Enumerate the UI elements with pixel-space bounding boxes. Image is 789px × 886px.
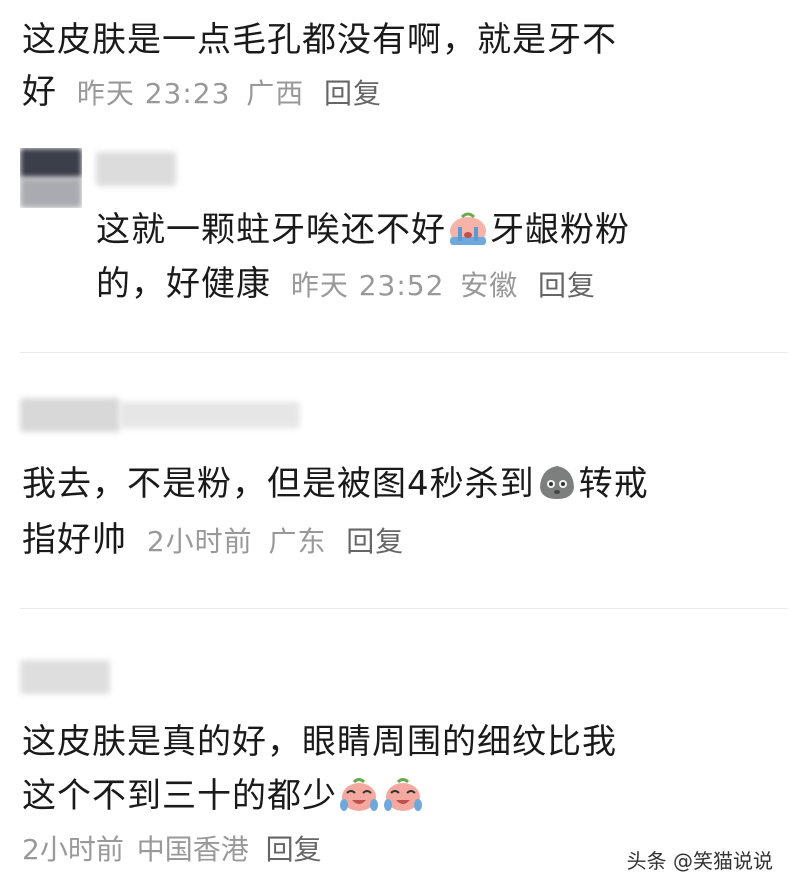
comment-2-text-end: 的，好健康 bbox=[96, 264, 271, 304]
comment-4-time: 2小时前 bbox=[22, 833, 124, 866]
comment-1-text-line2: 好 昨天 23:23 广西 回复 bbox=[22, 66, 382, 120]
comment-2-text-b: 牙龈粉粉 bbox=[490, 210, 630, 250]
comment-3-location: 广东 bbox=[268, 525, 327, 558]
comment-2-text-line1: 这就一颗蛀牙唉还不好 牙龈粉粉 bbox=[96, 204, 630, 257]
comment-4-location: 中国香港 bbox=[136, 833, 249, 866]
comment-2-reply-button[interactable]: 回复 bbox=[538, 269, 596, 302]
comment-4-meta: 2小时前 中国香港 回复 bbox=[22, 830, 322, 870]
gray-blob-face-icon bbox=[539, 466, 574, 499]
comment-3-text-line1: 我去，不是粉，但是被图4秒杀到 转戒 bbox=[22, 458, 649, 511]
comment-1-reply-button[interactable]: 回复 bbox=[324, 77, 382, 110]
laugh-cry-face-icon-2 bbox=[384, 778, 422, 811]
comment-1-text-line1: 这皮肤是一点毛孔都没有啊，就是牙不 bbox=[22, 20, 617, 60]
divider-2 bbox=[20, 608, 788, 609]
comment-1-text-end: 好 bbox=[22, 72, 57, 112]
comment-2-text-a: 这就一颗蛀牙唉还不好 bbox=[96, 210, 446, 250]
comment-2-avatar[interactable] bbox=[20, 148, 82, 208]
comment-4-username[interactable] bbox=[20, 660, 110, 694]
comment-1-time: 昨天 23:23 bbox=[76, 77, 231, 110]
comment-3-text-end: 指好帅 bbox=[22, 520, 127, 560]
comment-3-username[interactable] bbox=[20, 398, 300, 432]
comment-3-text-a: 我去，不是粉，但是被图4秒杀到 bbox=[22, 464, 535, 504]
divider-1 bbox=[20, 352, 788, 353]
comment-3-text-line2: 指好帅 2小时前 广东 回复 bbox=[22, 514, 404, 568]
comment-4-text-line1: 这皮肤是真的好，眼睛周围的细纹比我 bbox=[22, 722, 617, 762]
comment-2-text-line2: 的，好健康 昨天 23:52 安徽 回复 bbox=[96, 258, 596, 312]
comment-2-time: 昨天 23:52 bbox=[290, 269, 445, 302]
comment-2-username[interactable] bbox=[96, 152, 176, 186]
comment-4-text-end: 这个不到三十的都少 bbox=[22, 776, 337, 816]
crying-face-icon bbox=[450, 212, 486, 245]
laugh-cry-face-icon bbox=[340, 778, 378, 811]
comment-3-text-b: 转戒 bbox=[578, 464, 649, 504]
comment-3-reply-button[interactable]: 回复 bbox=[346, 525, 404, 558]
comment-4-text-line2: 这个不到三十的都少 bbox=[22, 770, 425, 823]
watermark: 头条 @笑猫说说 bbox=[626, 849, 773, 873]
comment-1-location: 广西 bbox=[246, 77, 305, 110]
comment-4-reply-button[interactable]: 回复 bbox=[266, 833, 322, 866]
comment-2-location: 安徽 bbox=[460, 269, 519, 302]
comment-3-time: 2小时前 bbox=[146, 525, 253, 558]
